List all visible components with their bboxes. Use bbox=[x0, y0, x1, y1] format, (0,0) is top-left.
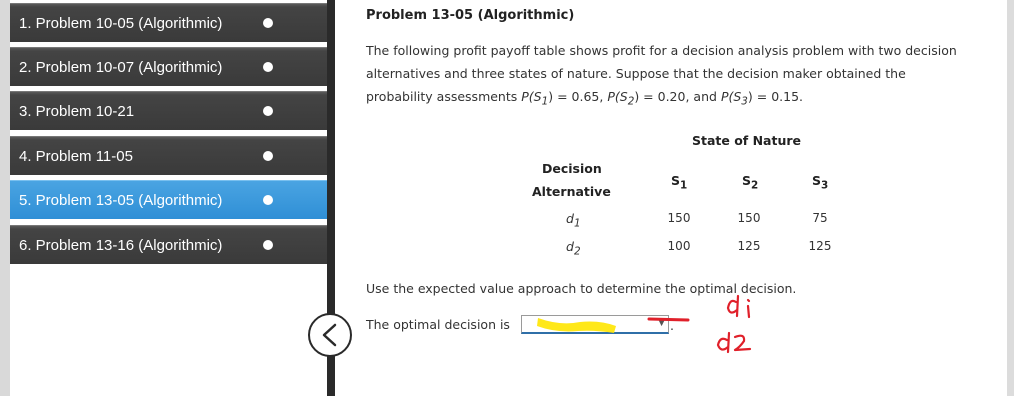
problem-text-line-2: alternatives and three states of nature.… bbox=[366, 66, 906, 81]
nav-item-label: 2. Problem 10-07 (Algorithmic) bbox=[19, 58, 223, 76]
table-cell: 150 bbox=[667, 211, 691, 225]
status-dot-icon bbox=[263, 62, 273, 72]
probability-intro-text: probability assessments bbox=[366, 89, 518, 104]
chevron-down-icon: ▼ bbox=[658, 318, 665, 328]
alternative-header: Alternative bbox=[532, 184, 611, 199]
nav-item-label: 1. Problem 10-05 (Algorithmic) bbox=[19, 14, 223, 32]
table-cell: 125 bbox=[808, 239, 832, 253]
nav-item-label: 5. Problem 13-05 (Algorithmic) bbox=[19, 191, 223, 209]
nav-item-label: 4. Problem 11-05 bbox=[19, 147, 133, 165]
table-cell: 100 bbox=[667, 239, 691, 253]
optimal-decision-dropdown[interactable]: ▼ bbox=[521, 315, 669, 334]
left-gutter bbox=[0, 0, 10, 396]
right-scroll-gutter bbox=[1007, 0, 1014, 396]
probability-s2-value: ) = 0.20, bbox=[634, 89, 690, 104]
table-cell: 125 bbox=[737, 239, 761, 253]
probability-s2: P(S2 bbox=[607, 89, 635, 108]
probability-s1: P(S1 bbox=[521, 89, 549, 108]
nav-item-problem-13-05[interactable]: 5. Problem 13-05 (Algorithmic) bbox=[10, 180, 328, 219]
nav-item-problem-10-07[interactable]: 2. Problem 10-07 (Algorithmic) bbox=[10, 47, 328, 86]
nav-item-problem-13-16[interactable]: 6. Problem 13-16 (Algorithmic) bbox=[10, 225, 328, 264]
instruction-text: Use the expected value approach to deter… bbox=[366, 281, 797, 296]
status-dot-icon bbox=[263, 151, 273, 161]
and-text: and bbox=[693, 89, 717, 104]
problem-text-line-3: probability assessments P(S1) = 0.65, P(… bbox=[366, 89, 803, 108]
collapse-sidebar-button[interactable] bbox=[308, 313, 352, 357]
status-dot-icon bbox=[263, 106, 273, 116]
row-label-d2: d2 bbox=[566, 239, 581, 258]
chevron-left-icon bbox=[322, 323, 337, 347]
nav-item-label: 3. Problem 10-21 bbox=[19, 102, 135, 120]
table-cell: 150 bbox=[737, 211, 761, 225]
column-header-s1: S1 bbox=[671, 173, 688, 192]
row-label-d1: d1 bbox=[566, 211, 581, 230]
nav-item-problem-10-05[interactable]: 1. Problem 10-05 (Algorithmic) bbox=[10, 3, 328, 42]
optimal-decision-label: The optimal decision is bbox=[366, 317, 510, 332]
probability-s3: P(S3 bbox=[720, 89, 748, 108]
status-dot-icon bbox=[263, 18, 273, 28]
status-dot-icon bbox=[263, 240, 273, 250]
column-header-s2: S2 bbox=[742, 173, 759, 192]
column-header-s3: S3 bbox=[812, 173, 829, 192]
problem-title: Problem 13-05 (Algorithmic) bbox=[366, 8, 575, 23]
problem-content: Problem 13-05 (Algorithmic) The followin… bbox=[366, 0, 1002, 396]
probability-s3-value: ) = 0.15. bbox=[747, 89, 804, 104]
nav-item-label: 6. Problem 13-16 (Algorithmic) bbox=[19, 236, 223, 254]
decision-header: Decision bbox=[542, 161, 602, 176]
state-of-nature-header: State of Nature bbox=[692, 133, 802, 148]
nav-item-problem-11-05[interactable]: 4. Problem 11-05 bbox=[10, 136, 328, 175]
probability-s1-value: ) = 0.65, bbox=[548, 89, 604, 104]
sentence-period: . bbox=[670, 318, 674, 333]
nav-item-problem-10-21[interactable]: 3. Problem 10-21 bbox=[10, 91, 328, 130]
problem-text-line-1: The following profit payoff table shows … bbox=[366, 43, 957, 58]
status-dot-icon bbox=[263, 195, 273, 205]
table-cell: 75 bbox=[812, 211, 828, 225]
